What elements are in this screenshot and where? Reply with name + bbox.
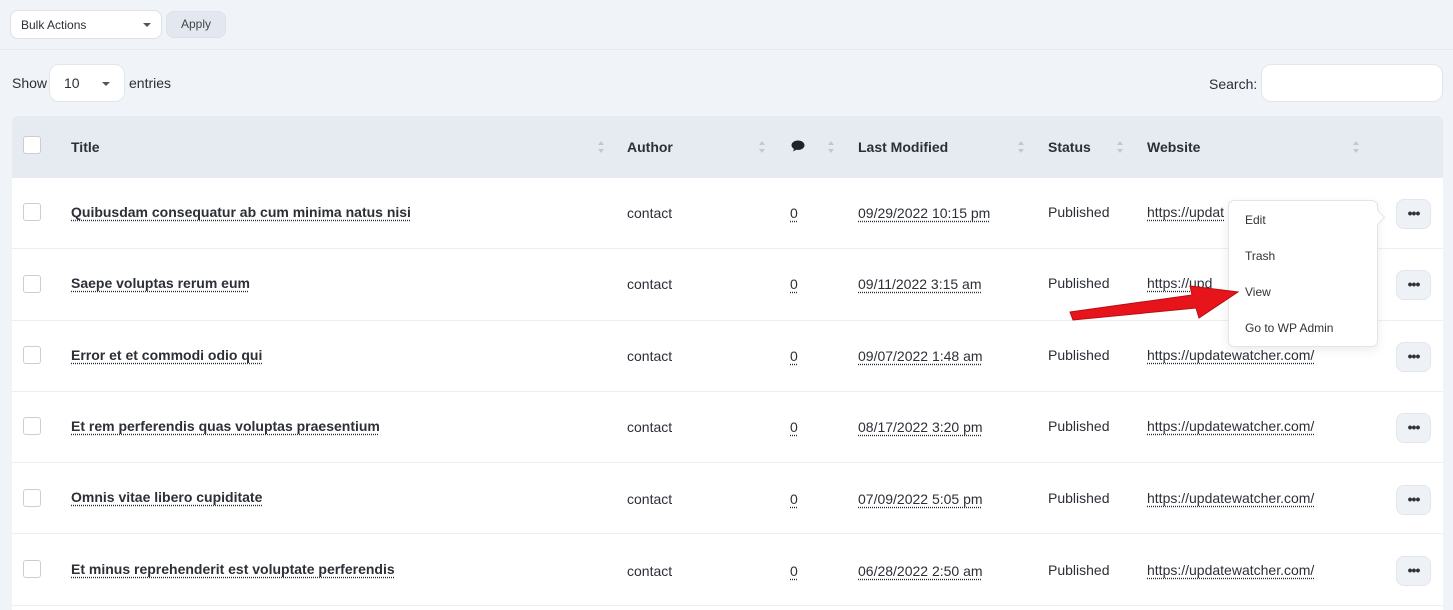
red-arrow-annotation <box>1069 285 1240 321</box>
website-link[interactable]: https://updatewatcher.com/ <box>1147 562 1314 578</box>
bulk-actions-label: Bulk Actions <box>21 18 87 32</box>
entries-value: 10 <box>64 75 80 91</box>
header-website[interactable]: Website <box>1147 139 1200 155</box>
bulk-actions-select[interactable]: Bulk Actions <box>10 10 162 39</box>
table-row: Et rem perferendis quas voluptas praesen… <box>12 392 1443 463</box>
last-modified-date[interactable]: 09/29/2022 10:15 pm <box>858 205 990 221</box>
search-label: Search: <box>1209 76 1258 92</box>
website-link[interactable]: https://updatewatcher.com/ <box>1147 347 1314 363</box>
entries-per-page-select[interactable]: 10 <box>49 64 125 102</box>
post-status: Published <box>1048 204 1110 220</box>
comment-count-link[interactable]: 0 <box>790 491 798 507</box>
post-title-link[interactable]: Omnis vitae libero cupiditate <box>71 489 262 505</box>
row-checkbox[interactable] <box>23 203 41 221</box>
post-author: contact <box>627 491 673 507</box>
post-author: contact <box>627 205 673 221</box>
post-author: contact <box>627 563 673 579</box>
show-label: Show <box>12 75 48 91</box>
comment-count-link[interactable]: 0 <box>790 563 798 579</box>
row-actions-button[interactable]: ••• <box>1396 342 1431 372</box>
row-actions-button[interactable]: ••• <box>1396 270 1431 300</box>
row-checkbox[interactable] <box>23 346 41 364</box>
last-modified-date[interactable]: 07/09/2022 5:05 pm <box>858 491 983 507</box>
header-last-modified[interactable]: Last Modified <box>858 139 948 155</box>
search-input[interactable] <box>1261 64 1443 102</box>
apply-button[interactable]: Apply <box>166 11 226 38</box>
sort-icon[interactable] <box>1353 141 1359 153</box>
sort-icon[interactable] <box>598 141 604 153</box>
menu-item-view[interactable]: View <box>1245 285 1271 299</box>
caret-down-icon <box>143 23 151 27</box>
sort-icon[interactable] <box>1018 141 1024 153</box>
menu-item-go-to-wp-admin[interactable]: Go to WP Admin <box>1245 321 1333 335</box>
last-modified-date[interactable]: 08/17/2022 3:20 pm <box>858 419 983 435</box>
post-title-link[interactable]: Et rem perferendis quas voluptas praesen… <box>71 418 380 434</box>
post-status: Published <box>1048 418 1110 434</box>
post-status: Published <box>1048 562 1110 578</box>
comment-count-link[interactable]: 0 <box>790 276 798 292</box>
comment-count-link[interactable]: 0 <box>790 348 798 364</box>
menu-item-edit[interactable]: Edit <box>1245 213 1266 227</box>
row-checkbox[interactable] <box>23 560 41 578</box>
posts-table: Title Author Last Modified Status Websit… <box>12 116 1443 610</box>
website-link[interactable]: https://updatewatcher.com/ <box>1147 490 1314 506</box>
row-checkbox[interactable] <box>23 417 41 435</box>
comment-icon[interactable] <box>791 140 805 152</box>
row-actions-menu: Edit Trash View Go to WP Admin <box>1228 200 1378 347</box>
header-author[interactable]: Author <box>627 139 673 155</box>
caret-down-icon <box>102 82 110 86</box>
menu-item-trash[interactable]: Trash <box>1245 249 1275 263</box>
website-link[interactable]: https://updatewatcher.com/ <box>1147 418 1314 434</box>
entries-label: entries <box>129 75 172 91</box>
header-status[interactable]: Status <box>1048 139 1091 155</box>
row-actions-button[interactable]: ••• <box>1396 556 1431 586</box>
comment-count-link[interactable]: 0 <box>790 205 798 221</box>
row-checkbox[interactable] <box>23 275 41 293</box>
post-status: Published <box>1048 490 1110 506</box>
select-all-checkbox[interactable] <box>23 136 41 154</box>
post-title-link[interactable]: Saepe voluptas rerum eum <box>71 275 250 291</box>
post-author: contact <box>627 348 673 364</box>
post-title-link[interactable]: Error et et commodi odio qui <box>71 347 262 363</box>
row-actions-button[interactable]: ••• <box>1396 485 1431 515</box>
post-author: contact <box>627 276 673 292</box>
website-link[interactable]: https://updat <box>1147 204 1224 220</box>
comment-count-link[interactable]: 0 <box>790 419 798 435</box>
table-header: Title Author Last Modified Status Websit… <box>12 116 1443 178</box>
last-modified-date[interactable]: 09/11/2022 3:15 am <box>858 276 982 292</box>
table-row: Et minus reprehenderit est voluptate per… <box>12 535 1443 606</box>
last-modified-date[interactable]: 09/07/2022 1:48 am <box>858 348 983 364</box>
row-checkbox[interactable] <box>23 489 41 507</box>
post-title-link[interactable]: Quibusdam consequatur ab cum minima natu… <box>71 204 411 220</box>
sort-icon[interactable] <box>828 141 834 153</box>
sort-icon[interactable] <box>1117 141 1123 153</box>
row-actions-button[interactable]: ••• <box>1396 199 1431 229</box>
bulk-actions-bar: Bulk Actions Apply <box>0 0 1453 50</box>
last-modified-date[interactable]: 06/28/2022 2:50 am <box>858 563 983 579</box>
table-row: Omnis vitae libero cupiditate contact 0 … <box>12 463 1443 534</box>
post-title-link[interactable]: Et minus reprehenderit est voluptate per… <box>71 561 395 577</box>
row-actions-button[interactable]: ••• <box>1396 413 1431 443</box>
post-status: Published <box>1048 347 1110 363</box>
sort-icon[interactable] <box>759 141 765 153</box>
post-author: contact <box>627 419 673 435</box>
header-title[interactable]: Title <box>71 139 100 155</box>
